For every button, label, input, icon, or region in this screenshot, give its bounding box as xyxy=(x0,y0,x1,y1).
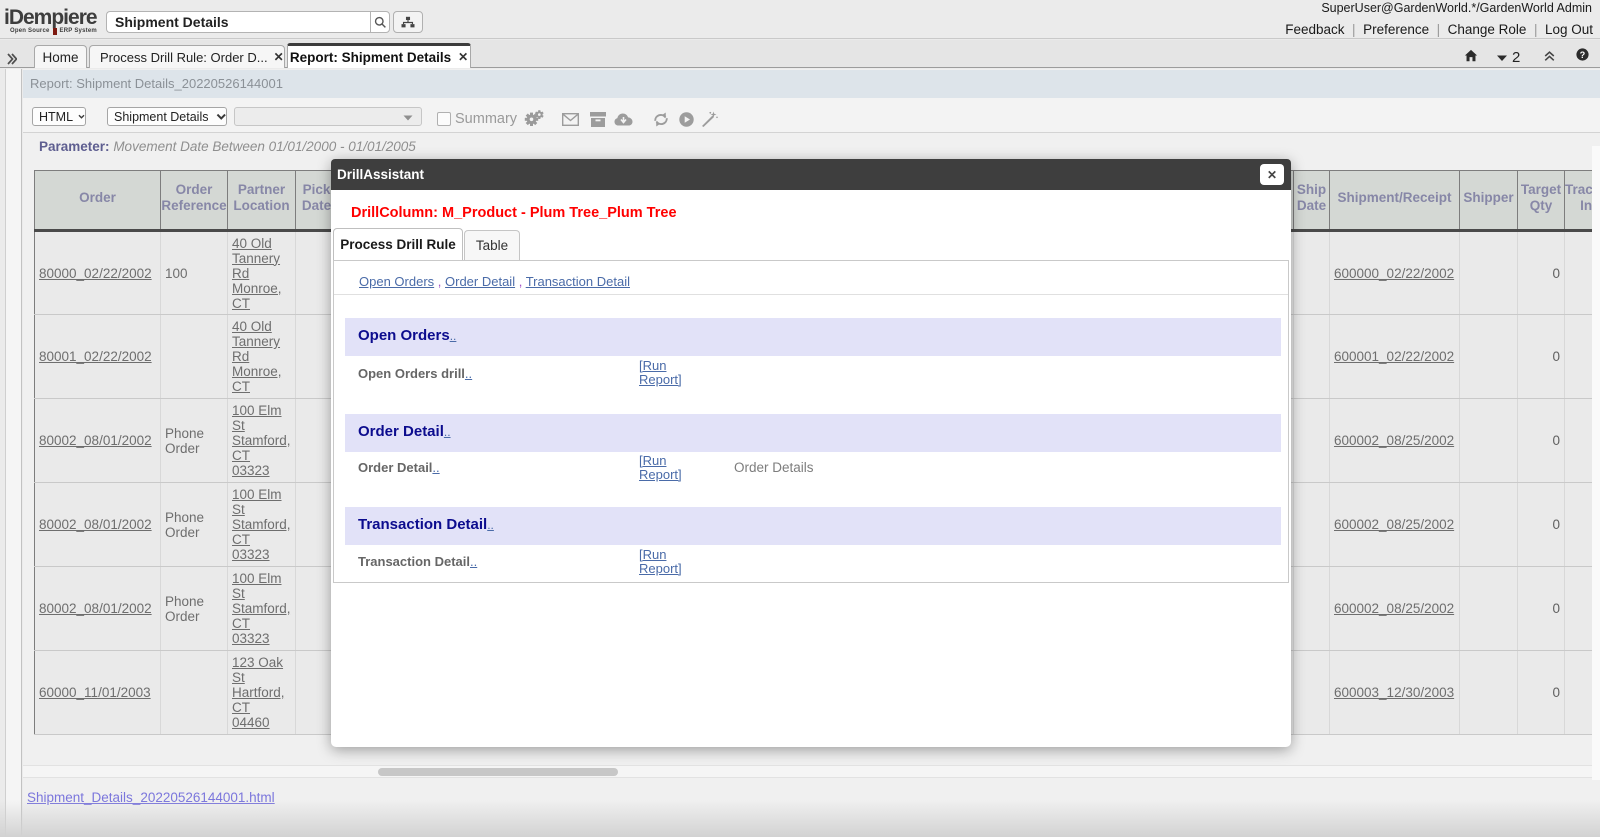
svg-text:?: ? xyxy=(1580,50,1585,60)
